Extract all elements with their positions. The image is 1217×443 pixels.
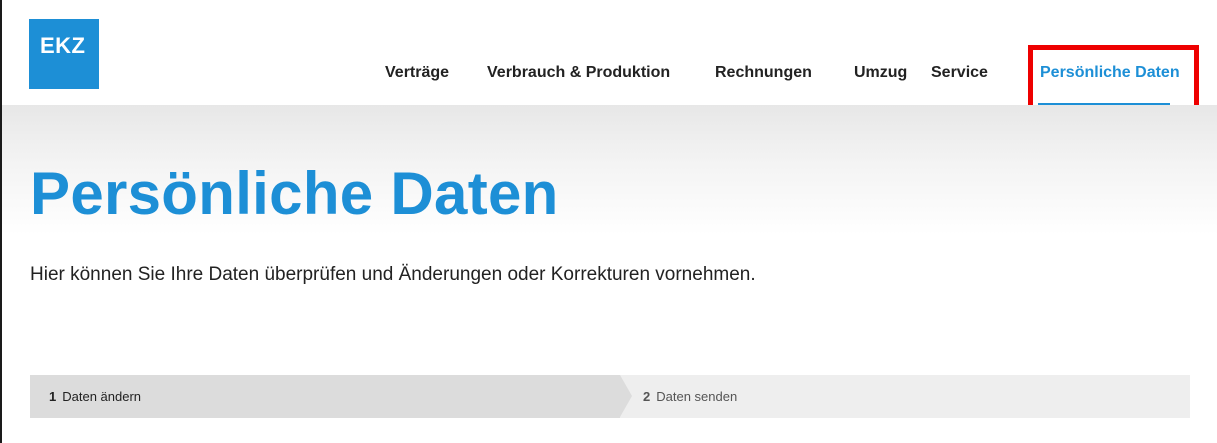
page-title: Persönliche Daten (30, 160, 559, 227)
intro-text: Hier können Sie Ihre Daten überprüfen un… (30, 264, 756, 285)
nav-item-vertraege[interactable]: Verträge (385, 64, 449, 82)
step-1-text: Daten ändern (62, 389, 142, 404)
step-arrow-separator (620, 375, 632, 417)
progress-steps: 1 Daten ändern 2 Daten senden (30, 375, 1190, 418)
ekz-logo[interactable]: EKZ (29, 19, 99, 89)
step-1-number: 1 (49, 389, 57, 404)
nav-item-umzug[interactable]: Umzug (854, 64, 907, 82)
nav-item-rechnungen[interactable]: Rechnungen (715, 64, 812, 82)
nav-item-verbrauch-produktion[interactable]: Verbrauch & Produktion (487, 64, 670, 82)
step-2-text: Daten senden (656, 389, 738, 404)
nav-item-service[interactable]: Service (931, 64, 988, 82)
step-2-label: 2 Daten senden (643, 389, 737, 404)
step-1-label: 1 Daten ändern (49, 389, 141, 404)
step-1-daten-aendern[interactable]: 1 Daten ändern (30, 375, 620, 418)
logo-text: EKZ (40, 33, 86, 58)
step-2-number: 2 (643, 389, 651, 404)
